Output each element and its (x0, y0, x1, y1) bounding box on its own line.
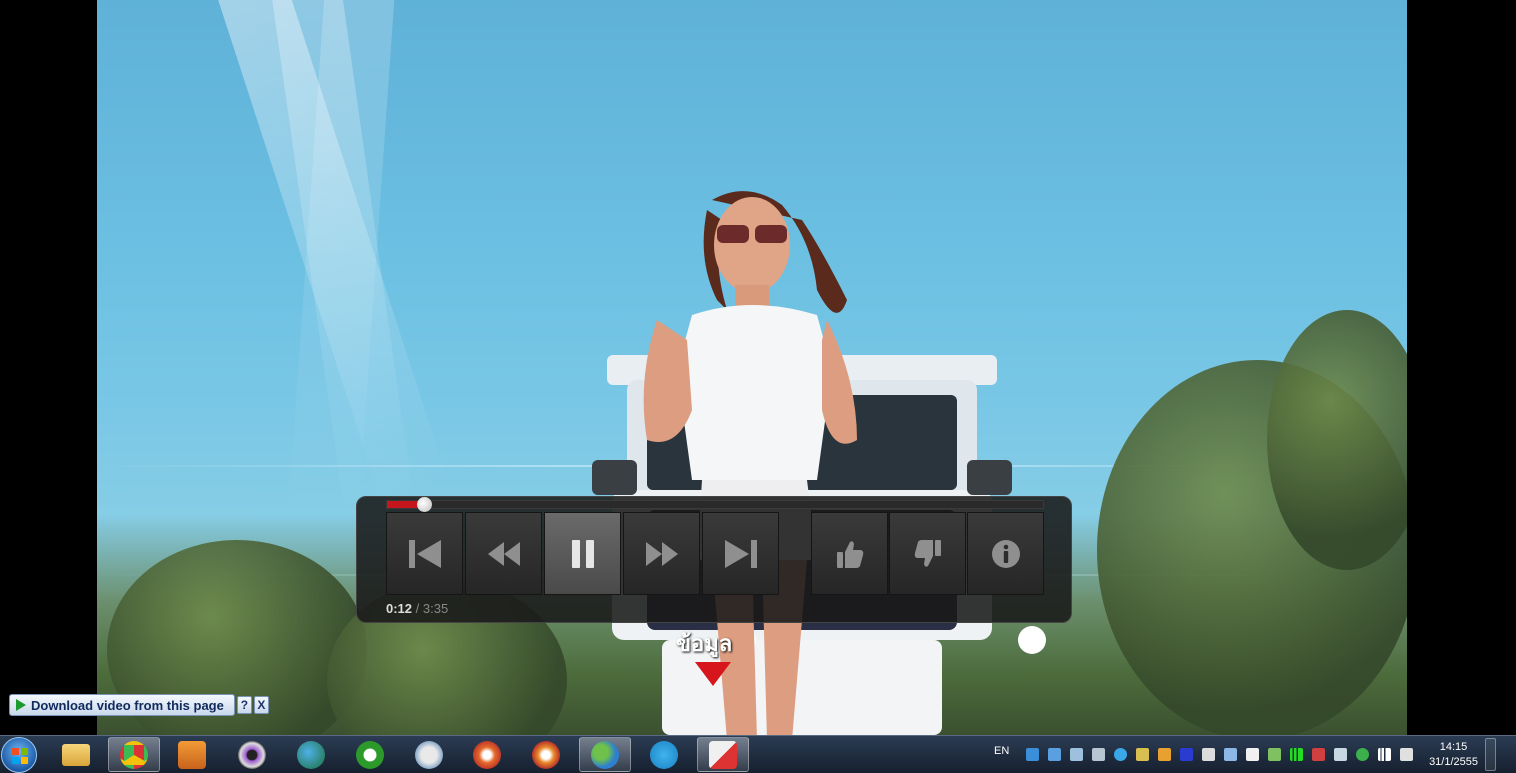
download-video-button[interactable]: Download video from this page (9, 694, 235, 716)
download-close-button[interactable]: X (253, 696, 269, 714)
tray-app-icon-3[interactable] (1180, 748, 1193, 761)
taskbar-utorrent[interactable] (344, 737, 396, 772)
info-icon (991, 539, 1020, 568)
fast-forward-button[interactable] (623, 512, 700, 595)
taskbar-disc-app[interactable] (461, 737, 513, 772)
person-image (643, 191, 857, 735)
windows-logo-icon (12, 748, 28, 764)
taskbar-download-manager[interactable] (285, 737, 337, 772)
like-button[interactable] (811, 512, 888, 595)
clock[interactable]: 14:15 31/1/2555 (1429, 740, 1478, 770)
time-display: 0:12 / 3:35 (386, 601, 448, 616)
taskbar-label-print[interactable] (403, 737, 455, 772)
dislike-button[interactable] (889, 512, 966, 595)
play-icon (16, 699, 26, 711)
show-desktop-button[interactable] (1485, 738, 1496, 771)
taskbar-snipping-tool[interactable] (697, 737, 749, 772)
tray-dropbox-icon[interactable] (1048, 748, 1061, 761)
disc-icon (473, 740, 501, 769)
tray-speaker-icon[interactable] (1092, 748, 1105, 761)
tray-utorrent-icon[interactable] (1356, 748, 1369, 761)
folder-icon (62, 743, 90, 766)
next-button[interactable] (702, 512, 779, 595)
taskbar-messenger[interactable] (579, 737, 631, 772)
tray-network-icon[interactable] (1070, 748, 1083, 761)
taskbar-eye-app[interactable] (226, 737, 278, 772)
pause-icon (571, 539, 594, 568)
disc-icon-2 (532, 740, 560, 769)
previous-button[interactable] (386, 512, 463, 595)
tray-headset-icon[interactable] (1136, 748, 1149, 761)
thumbs-up-icon (836, 540, 863, 568)
seek-handle[interactable] (416, 497, 432, 512)
tray-app-icon-2[interactable] (1158, 748, 1171, 761)
current-time: 0:12 (386, 601, 413, 616)
tray-flag-icon[interactable] (1246, 748, 1259, 761)
thumbs-down-icon (914, 539, 941, 567)
start-button[interactable] (1, 737, 37, 773)
screen: 0:12 / 3:35 ข้อมูล Download video from t… (0, 0, 1516, 773)
seek-bar[interactable] (386, 497, 1044, 512)
player-controls: 0:12 / 3:35 (356, 496, 1072, 623)
taskbar-explorer[interactable] (50, 737, 102, 772)
tray-volume-icon[interactable] (1400, 748, 1413, 761)
download-video-bar: Download video from this page ? X (9, 693, 269, 717)
fast-forward-icon (645, 541, 678, 566)
system-tray: EN 14:15 31/1/2555 (990, 736, 1500, 773)
download-manager-icon (297, 740, 325, 769)
pause-button[interactable] (544, 512, 621, 595)
rewind-button[interactable] (465, 512, 542, 595)
video-frame[interactable] (97, 0, 1407, 735)
tray-document-icon[interactable] (1202, 748, 1215, 761)
taskbar-chrome[interactable] (108, 737, 160, 772)
info-tooltip: ข้อมูล (676, 632, 733, 657)
utorrent-icon (356, 740, 384, 769)
label-print-icon (415, 740, 443, 769)
tray-info-icon[interactable] (1114, 748, 1127, 761)
twitter-icon (650, 740, 678, 769)
tray-update-icon[interactable] (1268, 748, 1281, 761)
media-player-icon (178, 740, 206, 769)
clock-time: 14:15 (1439, 741, 1468, 753)
download-help-button[interactable]: ? (236, 696, 252, 714)
tray-app-icon-4[interactable] (1224, 748, 1237, 761)
tray-chat-icon[interactable] (1334, 748, 1347, 761)
eye-icon (238, 740, 266, 769)
skip-previous-icon (408, 539, 441, 568)
tray-signal-icon[interactable] (1290, 748, 1303, 761)
taskbar-twitter[interactable] (638, 737, 690, 772)
messenger-icon (591, 740, 619, 769)
clock-date: 31/1/2555 (1429, 756, 1478, 768)
chrome-icon (120, 740, 148, 769)
tray-app-icon[interactable] (1026, 748, 1039, 761)
snipping-tool-icon (709, 740, 737, 769)
tray-volume-muted-icon[interactable] (1312, 748, 1325, 761)
total-time: 3:35 (422, 601, 449, 616)
taskbar: EN 14:15 31/1/2555 (0, 735, 1516, 773)
taskbar-media-player[interactable] (166, 737, 218, 772)
taskbar-disc-app-2[interactable] (520, 737, 572, 772)
time-separator: / (412, 601, 423, 616)
tray-wifi-icon[interactable] (1378, 748, 1391, 761)
language-indicator[interactable]: EN (994, 745, 1009, 757)
tooltip-arrow (695, 662, 731, 686)
rewind-icon (487, 541, 520, 566)
download-video-label: Download video from this page (31, 697, 224, 713)
info-button[interactable] (967, 512, 1044, 595)
skip-next-icon (724, 539, 757, 568)
